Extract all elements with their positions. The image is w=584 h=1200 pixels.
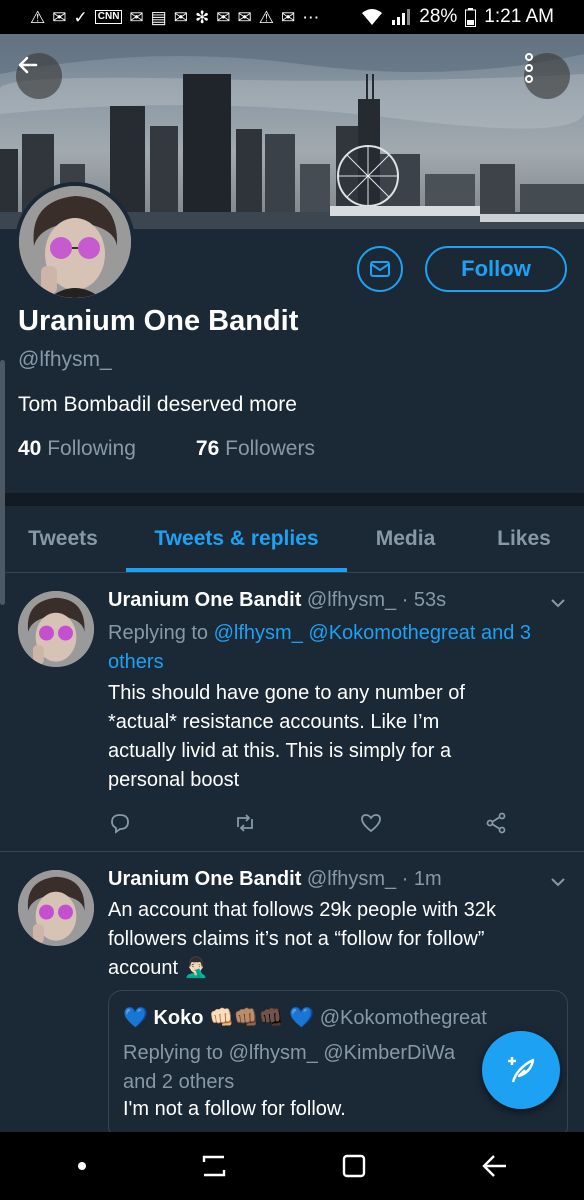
asterisk-icon: ✻ (194, 7, 210, 27)
profile-name: Uranium One Bandit (18, 305, 299, 337)
tweet-avatar[interactable] (18, 870, 94, 946)
mail-icon: ✉ (216, 7, 231, 27)
news-icon: ▤ (150, 7, 167, 27)
tweet-text-line: followers claims it’s not a “follow for … (108, 928, 485, 950)
more-notifications-icon: ⋯ (302, 7, 320, 27)
compose-tweet-button[interactable] (482, 1031, 560, 1109)
follow-button[interactable]: Follow (425, 246, 567, 292)
notification-icons: ⚠ ✉ ✓ CNN ✉ ▤ ✉ ✻ ✉ ✉ ⚠ ✉ ⋯ (0, 9, 319, 26)
tab-tweets-and-replies[interactable]: Tweets & replies (126, 506, 347, 572)
recent-apps-button[interactable] (200, 1153, 228, 1179)
message-button[interactable] (357, 246, 403, 292)
tweet-text: This should have gone to any number of *… (108, 679, 568, 795)
quoted-author-handle: @Kokomothegreat (319, 1007, 487, 1029)
more-vertical-icon (525, 53, 533, 83)
mail-icon: ✉ (237, 7, 252, 27)
avatar-image (18, 870, 94, 946)
followers-link[interactable]: 76 Followers (196, 437, 315, 461)
avatar-image (18, 591, 94, 667)
replying-to-prefix: Replying to (108, 622, 209, 644)
section-divider (0, 493, 584, 506)
tweet-meta: @lfhysm_ · 53s (306, 589, 447, 611)
tweet-text: An account that follows 29k people with … (108, 896, 568, 983)
signal-icon (392, 9, 411, 25)
warning-icon: ⚠ (258, 7, 274, 27)
scrollbar[interactable] (0, 360, 5, 605)
back-nav-button[interactable] (480, 1153, 508, 1179)
replying-to: Replying to @lfhysm_ @Kokomothegreat and… (108, 619, 568, 677)
profile-stats: 40 Following 76 Followers (18, 437, 315, 461)
home-square-icon (342, 1154, 365, 1178)
system-navigation-bar (0, 1132, 584, 1200)
tweet-actions (108, 811, 508, 835)
compose-quill-icon (508, 1057, 535, 1083)
tweet-header: Uranium One Bandit @lfhysm_ · 53s (108, 589, 446, 612)
home-button[interactable] (341, 1153, 367, 1179)
back-arrow-icon (18, 56, 38, 74)
tab-tweets[interactable]: Tweets (0, 506, 126, 572)
cnn-icon: CNN (94, 10, 123, 24)
profile-bio: Tom Bombadil deserved more (18, 393, 297, 416)
message-icon: ✉ (52, 7, 67, 27)
share-icon[interactable] (484, 811, 508, 835)
tweet-text-line: An account that follows 29k people with … (108, 899, 497, 921)
following-link[interactable]: 40 Following (18, 437, 136, 461)
envelope-icon (370, 261, 390, 277)
tweet-text-line: actually livid at this. This is simply f… (108, 740, 452, 762)
tweet-meta: @lfhysm_ · 1m (306, 868, 442, 890)
status-bar: ⚠ ✉ ✓ CNN ✉ ▤ ✉ ✻ ✉ ✉ ⚠ ✉ ⋯ 28% 1:21 AM (0, 0, 584, 34)
chevron-down-icon[interactable] (550, 595, 566, 611)
more-options-button[interactable] (524, 53, 570, 99)
tweet-text-line: account 🤦🏻‍♂️ (108, 957, 209, 979)
tweet-avatar[interactable] (18, 591, 94, 667)
recent-apps-icon (202, 1155, 225, 1177)
tweet-text-line: personal boost (108, 769, 240, 791)
tweet[interactable]: Uranium One Bandit @lfhysm_ · 53s Replyi… (0, 573, 584, 851)
chevron-down-icon[interactable] (550, 874, 566, 890)
back-chevron-icon (481, 1155, 506, 1177)
quoted-author-name: 💙 Koko 👊🏻👊🏽👊🏿 💙 (123, 1007, 315, 1029)
tweet-author-name[interactable]: Uranium One Bandit (108, 868, 301, 890)
mail-icon: ✉ (280, 7, 296, 27)
battery-icon (465, 7, 477, 27)
tweet-text-line: This should have gone to any number of (108, 682, 465, 704)
tab-likes[interactable]: Likes (464, 506, 584, 572)
warning-icon: ⚠ (30, 7, 46, 27)
mail-icon: ✉ (129, 7, 144, 27)
tab-media[interactable]: Media (347, 506, 464, 572)
profile-avatar[interactable] (15, 182, 135, 302)
clock: 1:21 AM (484, 6, 554, 27)
tweet-header: Uranium One Bandit @lfhysm_ · 1m (108, 868, 442, 891)
like-icon[interactable] (359, 811, 383, 835)
profile-tabs: Tweets Tweets & replies Media Likes (0, 506, 584, 572)
tweet-text-line: *actual* resistance accounts. Like I’m (108, 711, 440, 733)
following-count: 40 (18, 437, 42, 460)
battery-percent: 28% (419, 6, 458, 27)
check-icon: ✓ (73, 7, 88, 27)
avatar-image (19, 186, 131, 298)
retweet-icon[interactable] (233, 811, 257, 835)
home-dot-button[interactable] (77, 1161, 87, 1171)
dot-icon (77, 1162, 86, 1170)
wifi-icon (362, 9, 383, 25)
following-label: Following (47, 437, 136, 460)
profile-handle: @lfhysm_ (18, 348, 112, 371)
followers-label: Followers (225, 437, 315, 460)
mail-icon: ✉ (173, 7, 188, 27)
back-button[interactable] (16, 53, 62, 99)
quoted-tweet-header: 💙 Koko 👊🏻👊🏽👊🏿 💙 @Kokomothegreat (123, 1005, 487, 1030)
tweet-author-name[interactable]: Uranium One Bandit (108, 589, 301, 611)
reply-icon[interactable] (108, 811, 132, 835)
quoted-tweet-text: I'm not a follow for follow. (123, 1098, 346, 1120)
followers-count: 76 (195, 437, 220, 460)
